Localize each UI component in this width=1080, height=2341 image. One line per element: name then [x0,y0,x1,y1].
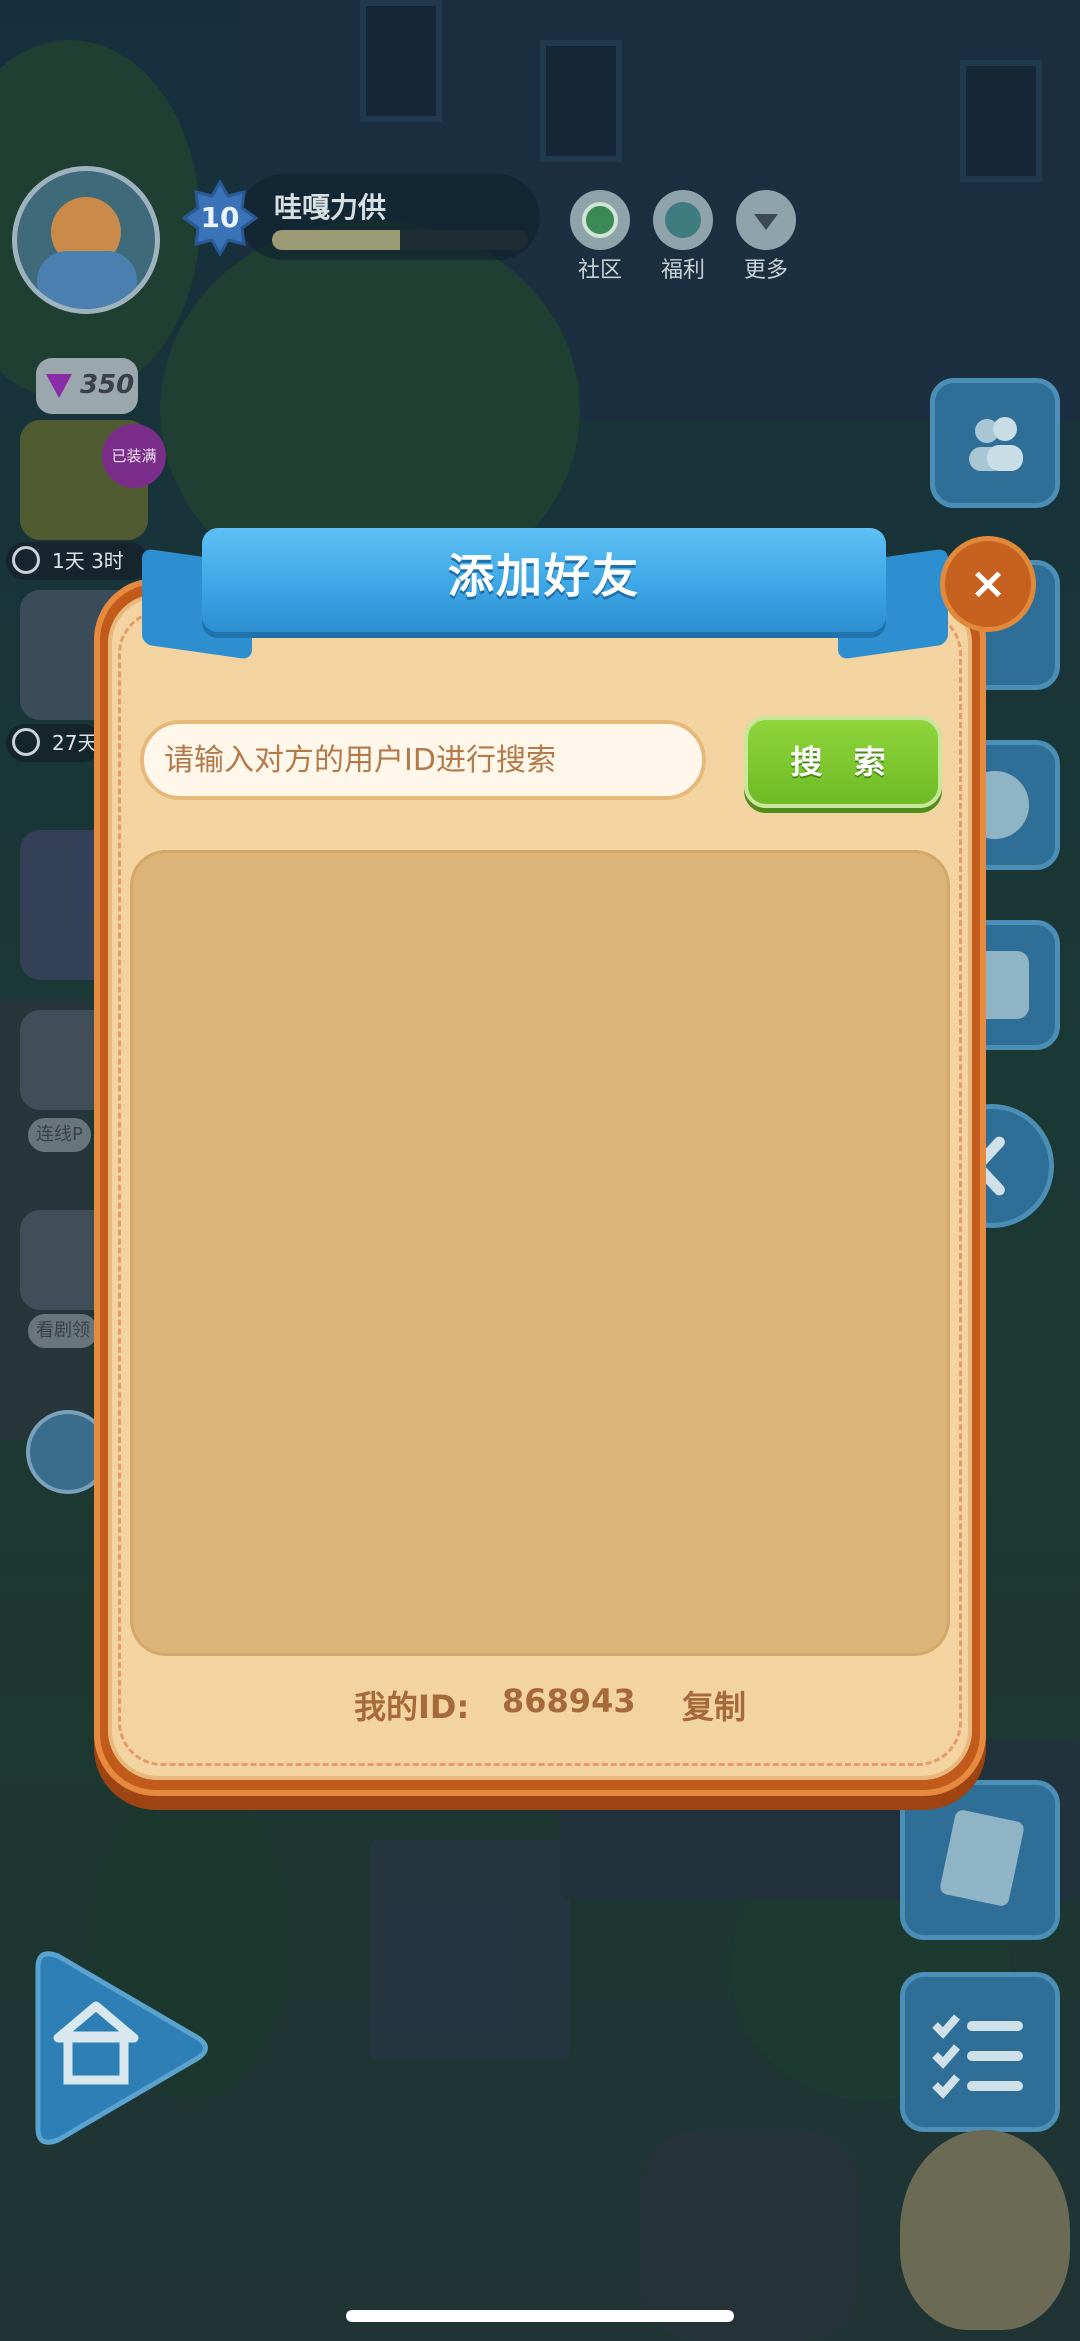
gem-icon [46,374,72,398]
friends-button[interactable] [930,378,1060,508]
more-label: 更多 [743,258,788,283]
xp-progress-bar [272,230,528,250]
clock-icon [12,728,40,756]
more-button[interactable] [736,190,796,250]
chevron-down-icon [754,214,778,230]
welfare-icon [665,202,701,238]
home-button[interactable] [28,1948,208,2148]
event-drama-label: 看剧领 [28,1314,98,1348]
player-name: 哇嘎力供 [274,191,387,224]
event-link-label: 连线P [28,1118,91,1152]
welfare-button[interactable] [653,190,713,250]
event-timer-text: 1天 3时 [52,549,124,573]
event-timer: 1天 3时 [6,542,148,580]
community-button[interactable] [570,190,630,250]
journal-button[interactable] [900,1780,1060,1940]
event-timer-2-text: 27天 [52,731,98,755]
community-icon [582,202,618,238]
full-badge: 已装满 [102,424,166,488]
close-icon: × [969,558,1007,609]
player-avatar[interactable] [12,166,160,314]
book-icon [940,1810,1024,1906]
avatar-body [37,251,137,309]
player-level: 10 [200,201,240,234]
search-button[interactable]: 搜 索 [744,716,942,808]
my-id-value: 868943 [502,1682,636,1720]
scene-toad-statue [900,2130,1070,2330]
copy-id-button[interactable]: 复制 [682,1682,746,1728]
community-label: 社区 [577,258,622,283]
my-id-label: 我的ID: [354,1688,470,1726]
event-timer-2: 27天 [6,724,102,762]
dialog-title: 添加好友 [448,549,640,603]
user-id-search-input[interactable] [140,720,706,800]
gem-count: 350 [80,370,135,400]
gem-counter[interactable]: 350 [36,358,138,414]
xp-progress-fill [272,230,400,250]
close-button[interactable]: × [940,536,1036,632]
home-indicator[interactable] [346,2310,734,2322]
clock-icon [12,546,40,574]
welfare-label: 福利 [660,258,705,283]
search-button-label: 搜 索 [790,743,896,781]
checklist-icon [932,2014,1023,2099]
friends-icon [969,417,1023,471]
search-results-area [130,850,950,1656]
tasks-button[interactable] [900,1972,1060,2132]
